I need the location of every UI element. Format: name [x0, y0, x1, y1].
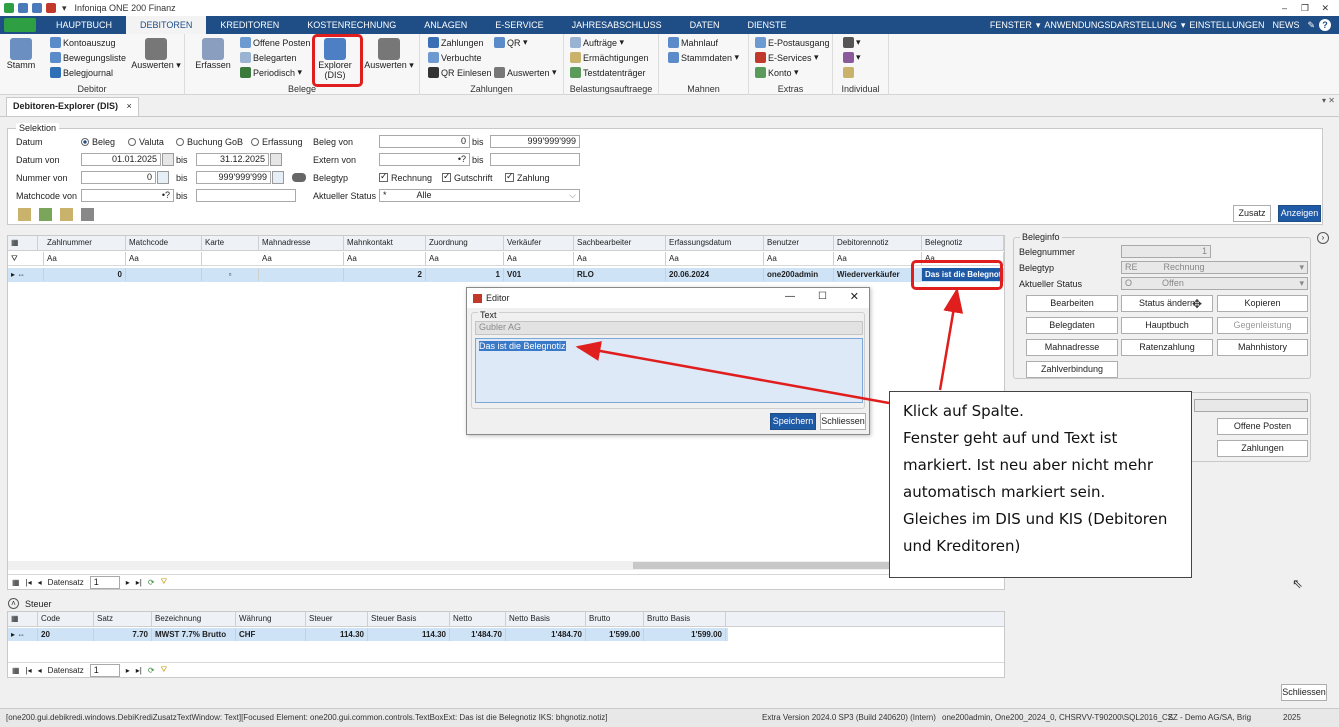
status-bar: [one200.gui.debikredi.windows.DebiKrediZ… — [0, 708, 1339, 727]
status-version: Extra Version 2024.0 SP3 (Build 240620) … — [762, 713, 936, 722]
status-focus-info: [one200.gui.debikredi.windows.DebiKrediZ… — [6, 713, 608, 722]
annotation-callout: Klick auf Spalte. Fenster geht auf und T… — [889, 391, 1192, 578]
status-company[interactable]: ZZ - Demo AG/SA, Brig — [1168, 713, 1251, 722]
arrow-to-cell — [938, 287, 964, 391]
annotation-arrows — [575, 287, 964, 405]
status-db: one200admin, One200_2024_0, CHSRVV-T9020… — [942, 713, 1174, 722]
arrow-to-editor — [575, 341, 890, 405]
move-cursor-icon: ✥ — [1192, 297, 1203, 311]
cursor-icon: ⇖ — [1292, 576, 1303, 591]
status-year[interactable]: 2025 — [1283, 713, 1301, 722]
